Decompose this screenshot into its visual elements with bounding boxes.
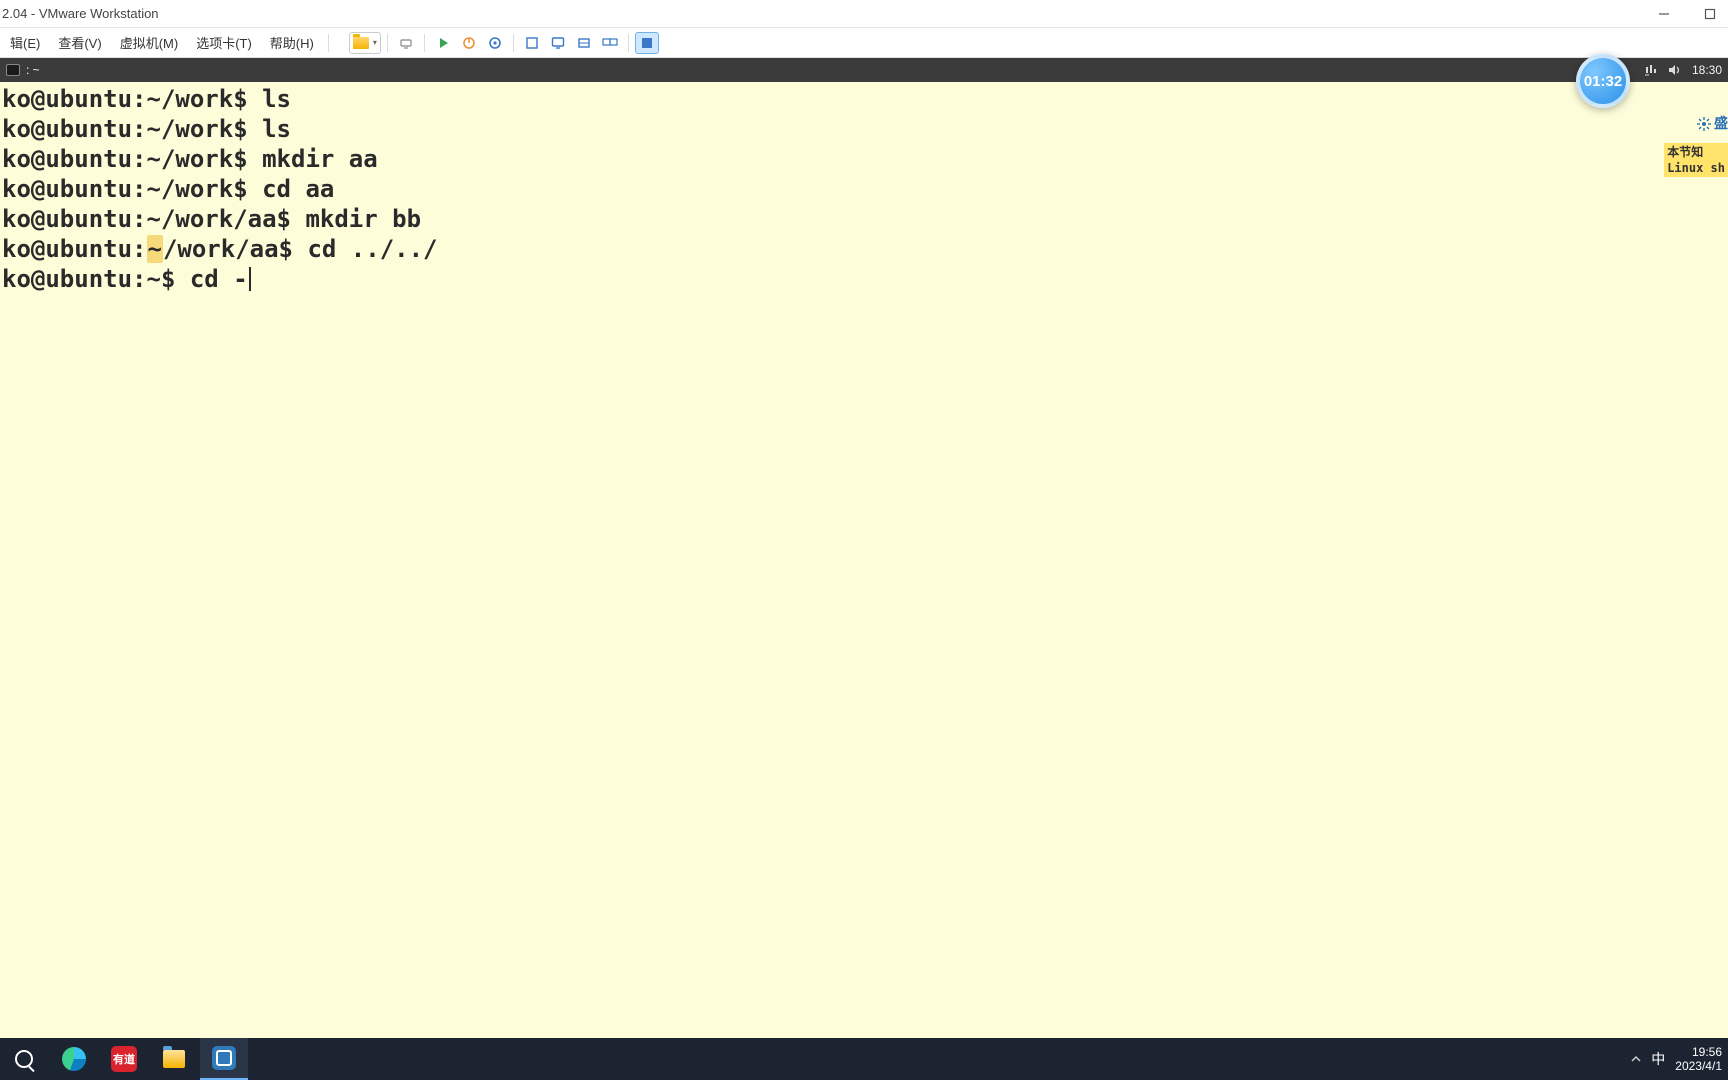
window-minimize-button[interactable] [1650, 0, 1678, 28]
terminal-line: ko@ubuntu:~/work$ cd aa [2, 174, 1726, 204]
snapshot-button[interactable] [483, 32, 507, 54]
video-timer-text: 01:32 [1584, 73, 1622, 90]
vmware-title-bar: 2.04 - VMware Workstation [0, 0, 1728, 28]
menu-view[interactable]: 查看(V) [50, 29, 109, 56]
taskbar-app-youdao[interactable]: 有道 [100, 1038, 148, 1080]
terminal-line: ko@ubuntu:~/work$ ls [2, 114, 1726, 144]
chevron-down-icon: ▾ [373, 38, 377, 47]
suspend-button[interactable] [457, 32, 481, 54]
taskbar-app-vmware[interactable] [200, 1038, 248, 1080]
file-explorer-icon [163, 1050, 185, 1068]
console-button[interactable] [546, 32, 570, 54]
toolbar-separator [328, 34, 329, 52]
taskbar-app-edge[interactable] [50, 1038, 98, 1080]
fullscreen-button[interactable] [635, 32, 659, 54]
terminal-line: ko@ubuntu:~/work/aa$ mkdir bb [2, 204, 1726, 234]
note-line: Linux sh [1667, 160, 1725, 176]
lesson-note-panel: 本节知 Linux sh [1664, 143, 1728, 177]
toolbar-separator [387, 34, 388, 52]
terminal-line: ko@ubuntu:~/work$ ls [2, 84, 1726, 114]
channel-watermark: 盛 [1697, 109, 1728, 139]
note-line: 本节知 [1667, 144, 1725, 160]
vmware-icon [212, 1046, 236, 1070]
taskbar-time: 19:56 [1675, 1045, 1722, 1059]
menu-help[interactable]: 帮助(H) [262, 29, 322, 56]
taskbar-app-explorer[interactable] [150, 1038, 198, 1080]
vmware-toolbar: ▾ [349, 32, 659, 54]
volume-icon[interactable] [1668, 64, 1682, 76]
connect-device-button[interactable] [394, 32, 418, 54]
folder-icon [353, 37, 369, 49]
terminal-line-active: ko@ubuntu:~$ cd - [2, 264, 1726, 294]
ime-indicator[interactable]: 中 [1651, 1049, 1665, 1069]
toolbar-separator [513, 34, 514, 52]
cursor-highlight: ~ [147, 235, 163, 263]
video-timer-overlay: 01:32 [1576, 54, 1630, 108]
windows-taskbar: 有道 中 19:56 2023/4/1 [0, 1038, 1728, 1080]
tray-expand-button[interactable] [1631, 1054, 1641, 1064]
window-maximize-button[interactable] [1696, 0, 1724, 28]
stretch-button[interactable] [572, 32, 596, 54]
power-on-button[interactable] [431, 32, 455, 54]
youdao-icon: 有道 [111, 1046, 137, 1072]
multi-monitor-button[interactable] [598, 32, 622, 54]
unity-button[interactable] [520, 32, 544, 54]
toolbar-separator [628, 34, 629, 52]
vmware-menu-bar: 辑(E) 查看(V) 虚拟机(M) 选项卡(T) 帮助(H) ▾ [0, 28, 1728, 58]
taskbar-clock[interactable]: 19:56 2023/4/1 [1675, 1045, 1722, 1073]
terminal-body[interactable]: 盛 本节知 Linux sh ko@ubuntu:~/work$ ls ko@u… [0, 82, 1728, 1038]
panel-window-title: : ~ [26, 63, 40, 77]
edge-icon [62, 1047, 86, 1071]
terminal-line: ko@ubuntu:~/work/aa$ cd ../../ [2, 234, 1726, 264]
menu-edit[interactable]: 辑(E) [2, 29, 48, 56]
terminal-icon [6, 64, 20, 76]
taskbar-date: 2023/4/1 [1675, 1059, 1722, 1073]
menu-vm[interactable]: 虚拟机(M) [112, 29, 187, 56]
window-title: 2.04 - VMware Workstation [2, 6, 159, 21]
toolbar-separator [424, 34, 425, 52]
terminal-line: ko@ubuntu:~/work$ mkdir aa [2, 144, 1726, 174]
start-search-button[interactable] [0, 1038, 48, 1080]
ubuntu-top-panel: : ~ 18:30 [0, 58, 1728, 82]
search-icon [15, 1050, 33, 1068]
network-icon[interactable] [1644, 64, 1658, 76]
watermark-text: 盛 [1714, 109, 1728, 139]
panel-clock[interactable]: 18:30 [1692, 63, 1722, 77]
menu-tabs[interactable]: 选项卡(T) [188, 29, 260, 56]
library-dropdown[interactable]: ▾ [349, 32, 381, 54]
